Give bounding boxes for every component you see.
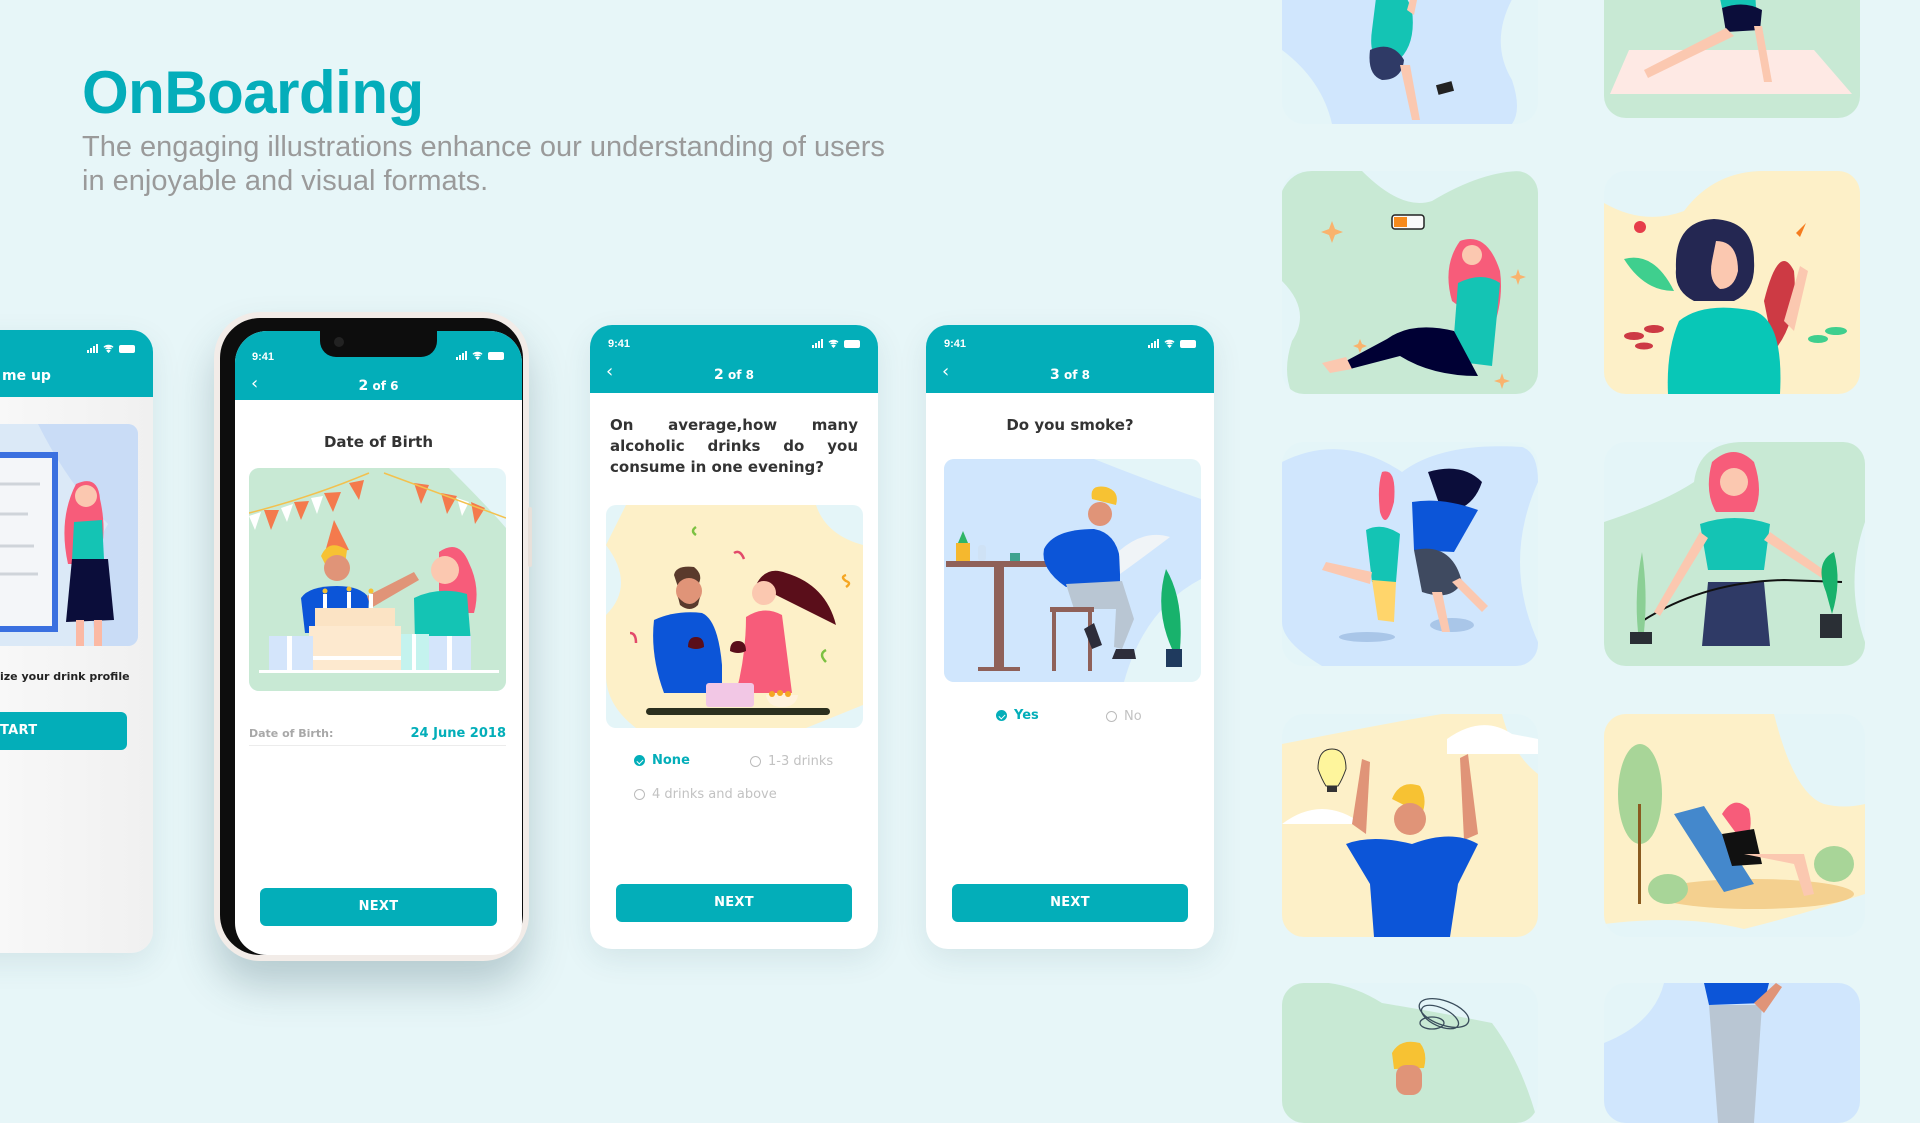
status-icons [87,344,135,353]
wifi-icon [828,339,839,348]
gallery-woman-measuring-waist [1604,442,1865,666]
phone-notch [320,331,437,357]
status-time: 9:41 [944,338,967,350]
gallery-woman-low-energy-battery [1282,171,1538,394]
status-icons [1148,339,1196,348]
status-time: 9:41 [608,338,631,350]
dob-field-label: Date of Birth: [249,726,334,740]
alcohol-screen: 9:41 ‹ 2 of 8 On average,how many alcoho… [590,325,878,949]
gallery-woman-yoga-lunge [1604,0,1860,118]
dob-field-value: 24 June 2018 [410,725,507,741]
wifi-icon [1164,339,1175,348]
step-current: 3 [1050,367,1060,383]
gallery-man-idea-lightbulb [1282,714,1538,937]
gallery-woman-relaxing-lounge-chair [1604,714,1865,937]
option-yes[interactable]: Yes [996,708,1039,723]
option-no[interactable]: No [1106,709,1142,724]
check-circle-icon [634,755,645,766]
wifi-icon [103,344,114,353]
couple-with-wine-illustration [606,505,863,728]
radio-empty-icon [1106,711,1117,722]
option-1-3-drinks[interactable]: 1-3 drinks [750,754,833,769]
signup-screen: me up ize your drink profile TART [0,330,153,953]
option-none[interactable]: None [634,753,690,768]
step-indicator: 2 of 6 [235,378,522,394]
page-title: OnBoarding [82,59,424,126]
step-current: 2 [714,367,724,383]
dob-heading: Date of Birth [323,433,433,451]
signup-header: me up [0,330,153,397]
signal-icon [1148,339,1159,348]
signal-icon [456,351,467,360]
man-smoking-illustration [944,459,1201,682]
smoke-question: Do you smoke? [1006,416,1134,434]
battery-icon [119,344,135,353]
step-current: 2 [358,378,369,394]
option-label: Yes [1014,708,1039,723]
dob-field[interactable]: Date of Birth: 24 June 2018 [249,721,506,746]
birthday-party-illustration [249,468,506,691]
phone-side-button [528,507,532,567]
status-icons [456,351,504,360]
dob-screen: 9:41 ‹ 2 of 6 Date of Birth Date of Birt… [235,331,522,955]
step-total: of 8 [727,368,754,382]
option-4-drinks-and-above[interactable]: 4 drinks and above [634,787,777,802]
phone-device: 9:41 ‹ 2 of 6 Date of Birth Date of Birt… [214,312,532,961]
signal-icon [812,339,823,348]
alcohol-header: 9:41 ‹ 2 of 8 [590,325,878,393]
step-total: of 8 [1063,368,1090,382]
step-indicator: 3 of 8 [926,367,1214,383]
check-circle-icon [996,710,1007,721]
start-button[interactable]: TART [0,712,127,750]
gallery-woman-climbing [1282,0,1538,124]
signup-caption: ize your drink profile [0,670,130,683]
battery-icon [1180,339,1196,348]
smoke-header: 9:41 ‹ 3 of 8 [926,325,1214,393]
status-icons [812,339,860,348]
battery-icon [844,339,860,348]
next-button[interactable]: NEXT [616,884,852,922]
option-label: No [1124,709,1142,724]
battery-icon [488,351,504,360]
start-button-label: TART [0,723,38,738]
step-indicator: 2 of 8 [590,367,878,383]
status-time: 9:41 [252,351,275,363]
page-subtitle: The engaging illustrations enhance our u… [82,130,982,198]
radio-empty-icon [634,789,645,800]
table-bar [646,708,830,715]
subtitle-line-2: in enjoyable and visual formats. [82,165,489,197]
option-label: 1-3 drinks [768,754,834,769]
camera-dot [334,337,344,347]
next-button[interactable]: NEXT [952,884,1188,922]
smoke-screen: 9:41 ‹ 3 of 8 Do you smoke? Yes No NEXT [926,325,1214,949]
option-label: None [652,753,690,768]
radio-empty-icon [750,756,761,767]
alcohol-question: On average,how many alcoholic drinks do … [610,416,858,476]
next-button[interactable]: NEXT [260,888,497,926]
gallery-woman-healthy-food [1604,171,1860,394]
wifi-icon [472,351,483,360]
subtitle-line-1: The engaging illustrations enhance our u… [82,131,885,163]
signup-title: me up [2,368,51,384]
phone-bezel: 9:41 ‹ 2 of 6 Date of Birth Date of Birt… [220,318,523,955]
gallery-man-confused-scribble [1282,983,1538,1123]
option-label: 4 drinks and above [652,787,777,802]
gallery-man-standing [1604,983,1860,1123]
gallery-friends-jumping [1282,442,1538,666]
step-total: of 6 [372,379,399,393]
woman-with-clipboard-illustration [0,424,138,646]
signal-icon [87,344,98,353]
